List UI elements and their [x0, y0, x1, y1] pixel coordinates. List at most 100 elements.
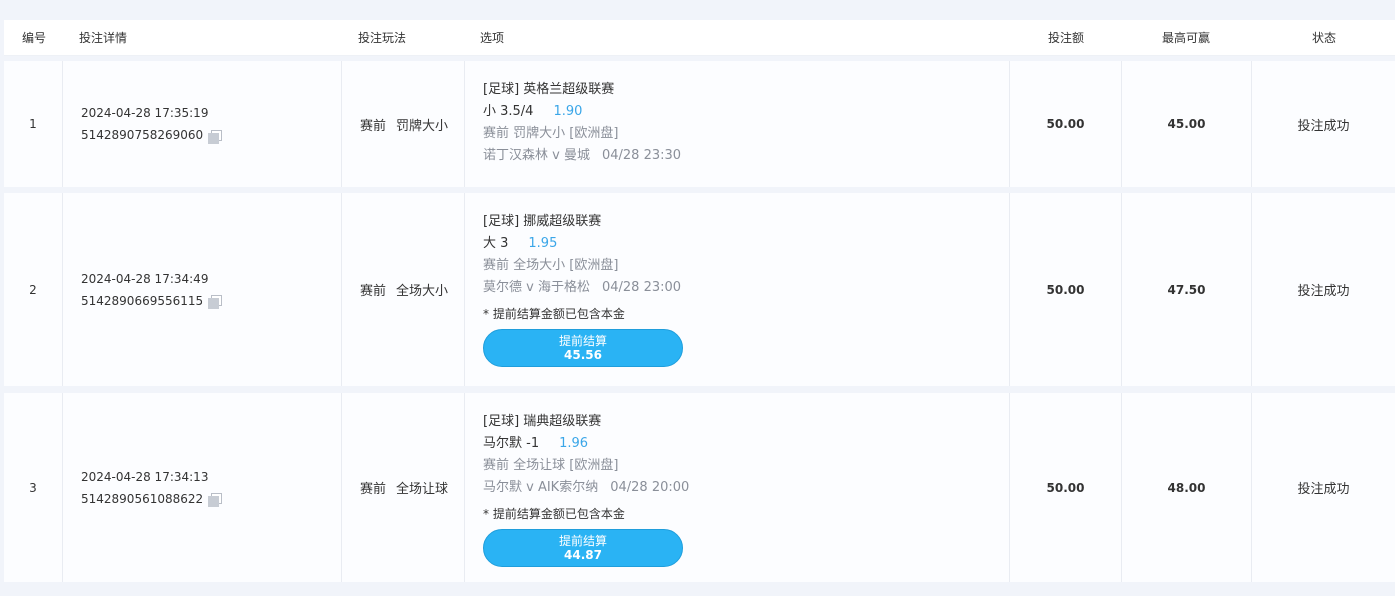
market-line: 赛前 全场大小 [欧洲盘]	[483, 255, 1009, 277]
selection-line: 大 3 1.95	[483, 233, 1009, 255]
cashout-amount: 45.56	[564, 348, 602, 362]
play-stage: 赛前	[360, 284, 387, 299]
copy-icon[interactable]	[208, 493, 223, 507]
max-win: 48.00	[1167, 480, 1206, 495]
bet-history-table: 编号 投注详情 投注玩法 选项 投注额 最高可赢 状态 1 2024-04-28…	[4, 20, 1395, 582]
bet-id-line: 5142890758269060	[81, 124, 223, 146]
cashout-note: * 提前结算金额已包含本金	[483, 307, 625, 321]
selection: 马尔默 -1	[483, 436, 540, 451]
cell-no: 3	[4, 393, 63, 582]
cell-max-win: 45.00	[1122, 61, 1252, 187]
selection: 小 3.5/4	[483, 104, 534, 119]
cell-option: [足球] 挪威超级联赛 大 3 1.95 赛前 全场大小 [欧洲盘] 莫尔德 v …	[465, 193, 1010, 386]
bet-id: 5142890669556115	[81, 293, 204, 308]
header-no: 编号	[22, 31, 47, 45]
cell-amount: 50.00	[1010, 61, 1122, 187]
table-row: 1 2024-04-28 17:35:19 5142890758269060 赛…	[4, 61, 1395, 187]
selection-line: 马尔默 -1 1.96	[483, 433, 1009, 455]
bet-status: 投注成功	[1297, 118, 1350, 134]
play-type: 罚牌大小	[396, 118, 449, 134]
bet-id: 5142890561088622	[81, 491, 204, 506]
bet-amount: 50.00	[1046, 282, 1085, 297]
cell-play: 赛前 罚牌大小	[342, 61, 465, 187]
cell-status: 投注成功	[1252, 61, 1395, 187]
bet-time: 2024-04-28 17:34:49	[81, 271, 209, 286]
table-row: 2 2024-04-28 17:34:49 5142890669556115 赛…	[4, 193, 1395, 386]
bet-amount: 50.00	[1046, 117, 1085, 131]
cell-max-win: 47.50	[1122, 193, 1252, 386]
league-name: [足球] 英格兰超级联赛	[483, 82, 615, 97]
cell-max-win: 48.00	[1122, 393, 1252, 582]
match-line: 马尔默 v AIK索尔纳 04/28 20:00	[483, 477, 1009, 499]
market: 全场大小 [欧洲盘]	[513, 258, 619, 273]
cell-option: [足球] 瑞典超级联赛 马尔默 -1 1.96 赛前 全场让球 [欧洲盘] 马尔默…	[465, 393, 1010, 582]
max-win: 45.00	[1167, 117, 1206, 131]
match-line: 莫尔德 v 海于格松 04/28 23:00	[483, 277, 1009, 299]
cell-option: [足球] 英格兰超级联赛 小 3.5/4 1.90 赛前 罚牌大小 [欧洲盘] 诺…	[465, 61, 1010, 187]
header-max-win: 最高可赢	[1162, 31, 1211, 45]
copy-icon[interactable]	[208, 295, 223, 309]
market: 全场让球 [欧洲盘]	[513, 458, 619, 473]
cell-status: 投注成功	[1252, 393, 1395, 582]
cashout-button[interactable]: 提前结算 44.87	[483, 529, 683, 567]
cell-play: 赛前 全场让球	[342, 393, 465, 582]
play-type: 全场大小	[396, 284, 449, 299]
cell-no: 1	[4, 61, 63, 187]
header-detail: 投注详情	[79, 31, 128, 45]
selection-line: 小 3.5/4 1.90	[483, 101, 1009, 123]
cell-detail: 2024-04-28 17:34:49 5142890669556115	[63, 193, 342, 386]
bet-status: 投注成功	[1297, 482, 1350, 497]
market-stage: 赛前	[483, 258, 510, 273]
play-stage: 赛前	[360, 482, 387, 497]
bet-time: 2024-04-28 17:34:13	[81, 469, 209, 484]
match-teams: 诺丁汉森林 v 曼城	[483, 148, 590, 163]
market-stage: 赛前	[483, 458, 510, 473]
market: 罚牌大小 [欧洲盘]	[513, 126, 619, 141]
row-number: 3	[29, 480, 37, 495]
bet-id: 5142890758269060	[81, 128, 204, 142]
league-name: [足球] 瑞典超级联赛	[483, 414, 602, 429]
copy-icon[interactable]	[208, 129, 223, 144]
play-type: 全场让球	[396, 482, 449, 497]
cell-detail: 2024-04-28 17:34:13 5142890561088622	[63, 393, 342, 582]
bet-id-line: 5142890561088622	[81, 488, 223, 510]
cell-status: 投注成功	[1252, 193, 1395, 386]
header-status: 状态	[1312, 31, 1337, 45]
header-play: 投注玩法	[358, 31, 407, 45]
odds: 1.90	[553, 104, 583, 119]
cashout-label: 提前结算	[558, 334, 607, 348]
market-line: 赛前 罚牌大小 [欧洲盘]	[483, 123, 1009, 145]
match-teams: 莫尔德 v 海于格松	[483, 280, 590, 295]
play-stage: 赛前	[360, 118, 387, 134]
bet-time: 2024-04-28 17:35:19	[81, 106, 209, 120]
cell-amount: 50.00	[1010, 193, 1122, 386]
cashout-note: * 提前结算金额已包含本金	[483, 507, 625, 521]
match-teams: 马尔默 v AIK索尔纳	[483, 480, 599, 495]
bet-id-line: 5142890669556115	[81, 290, 223, 312]
market-stage: 赛前	[483, 126, 510, 141]
cell-play: 赛前 全场大小	[342, 193, 465, 386]
match-time: 04/28 23:00	[601, 280, 682, 295]
selection: 大 3	[483, 236, 509, 251]
match-time: 04/28 20:00	[610, 480, 690, 495]
odds: 1.96	[559, 436, 589, 451]
header-amount: 投注额	[1048, 31, 1085, 45]
cashout-button[interactable]: 提前结算 45.56	[483, 329, 683, 367]
odds: 1.95	[528, 236, 558, 251]
cell-amount: 50.00	[1010, 393, 1122, 582]
bet-amount: 50.00	[1046, 480, 1085, 495]
row-number: 2	[29, 282, 37, 297]
league-name: [足球] 挪威超级联赛	[483, 214, 602, 229]
row-number: 1	[29, 117, 37, 131]
max-win: 47.50	[1167, 282, 1206, 297]
table-row: 3 2024-04-28 17:34:13 5142890561088622 赛…	[4, 393, 1395, 582]
header-option: 选项	[480, 31, 505, 45]
match-line: 诺丁汉森林 v 曼城 04/28 23:30	[483, 145, 1009, 167]
match-time: 04/28 23:30	[601, 148, 682, 163]
cashout-label: 提前结算	[558, 534, 607, 548]
bet-status: 投注成功	[1297, 284, 1350, 299]
cell-detail: 2024-04-28 17:35:19 5142890758269060	[63, 61, 342, 187]
market-line: 赛前 全场让球 [欧洲盘]	[483, 455, 1009, 477]
cell-no: 2	[4, 193, 63, 386]
cashout-amount: 44.87	[564, 548, 602, 562]
